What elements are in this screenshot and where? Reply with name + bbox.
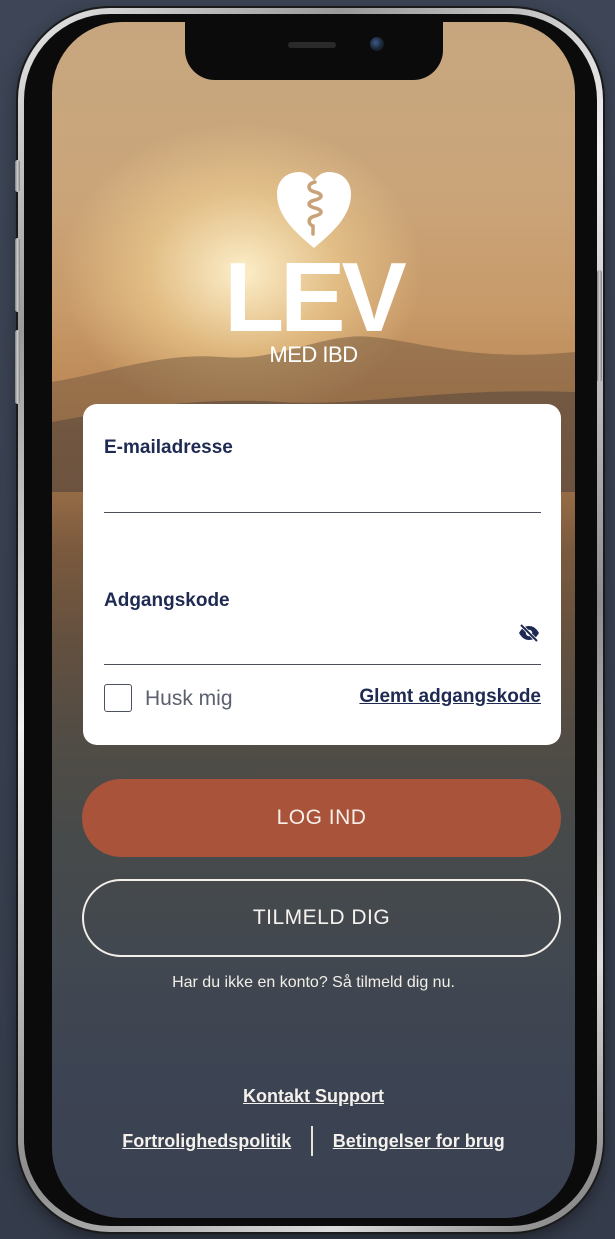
app-screen: LEV MED IBD E-mailadresse Adgangskode Hu… bbox=[52, 22, 575, 1218]
email-label: E-mailadresse bbox=[104, 437, 233, 458]
forgot-password-link[interactable]: Glemt adgangskode bbox=[359, 686, 541, 708]
terms-of-use-link[interactable]: Betingelser for brug bbox=[333, 1131, 505, 1152]
logo-subtitle: MED IBD bbox=[269, 342, 358, 367]
signup-hint-text: Har du ikke en konto? Så tilmeld dig nu. bbox=[172, 974, 455, 991]
notch bbox=[185, 22, 443, 80]
mute-switch bbox=[15, 160, 20, 192]
login-card: E-mailadresse Adgangskode Husk mig Glemt… bbox=[83, 404, 561, 745]
contact-support-label[interactable]: Kontakt Support bbox=[243, 1086, 384, 1106]
password-label: Adgangskode bbox=[104, 590, 230, 611]
contact-support-link[interactable]: Kontakt Support bbox=[52, 1086, 575, 1107]
heart-intestine-icon bbox=[276, 172, 351, 248]
signup-button[interactable]: TILMELD DIG bbox=[82, 879, 561, 957]
device-stage: LEV MED IBD E-mailadresse Adgangskode Hu… bbox=[0, 0, 615, 1239]
volume-up-button bbox=[15, 238, 20, 312]
email-field[interactable] bbox=[104, 482, 541, 513]
footer-divider bbox=[311, 1126, 313, 1156]
volume-down-button bbox=[15, 330, 20, 404]
app-logo: LEV MED IBD bbox=[52, 170, 575, 366]
logo-wordmark: LEV bbox=[224, 242, 407, 352]
password-field[interactable] bbox=[104, 634, 541, 665]
remember-me-label: Husk mig bbox=[145, 687, 233, 710]
power-button bbox=[597, 270, 602, 382]
login-button[interactable]: LOG IND bbox=[82, 779, 561, 857]
eye-slash-icon[interactable] bbox=[517, 623, 541, 643]
speaker-grille bbox=[288, 42, 336, 48]
remember-me-checkbox[interactable] bbox=[104, 684, 132, 712]
front-camera bbox=[370, 37, 384, 51]
privacy-policy-link[interactable]: Fortrolighedspolitik bbox=[122, 1131, 291, 1152]
footer-links: Fortrolighedspolitik Betingelser for bru… bbox=[52, 1126, 575, 1156]
